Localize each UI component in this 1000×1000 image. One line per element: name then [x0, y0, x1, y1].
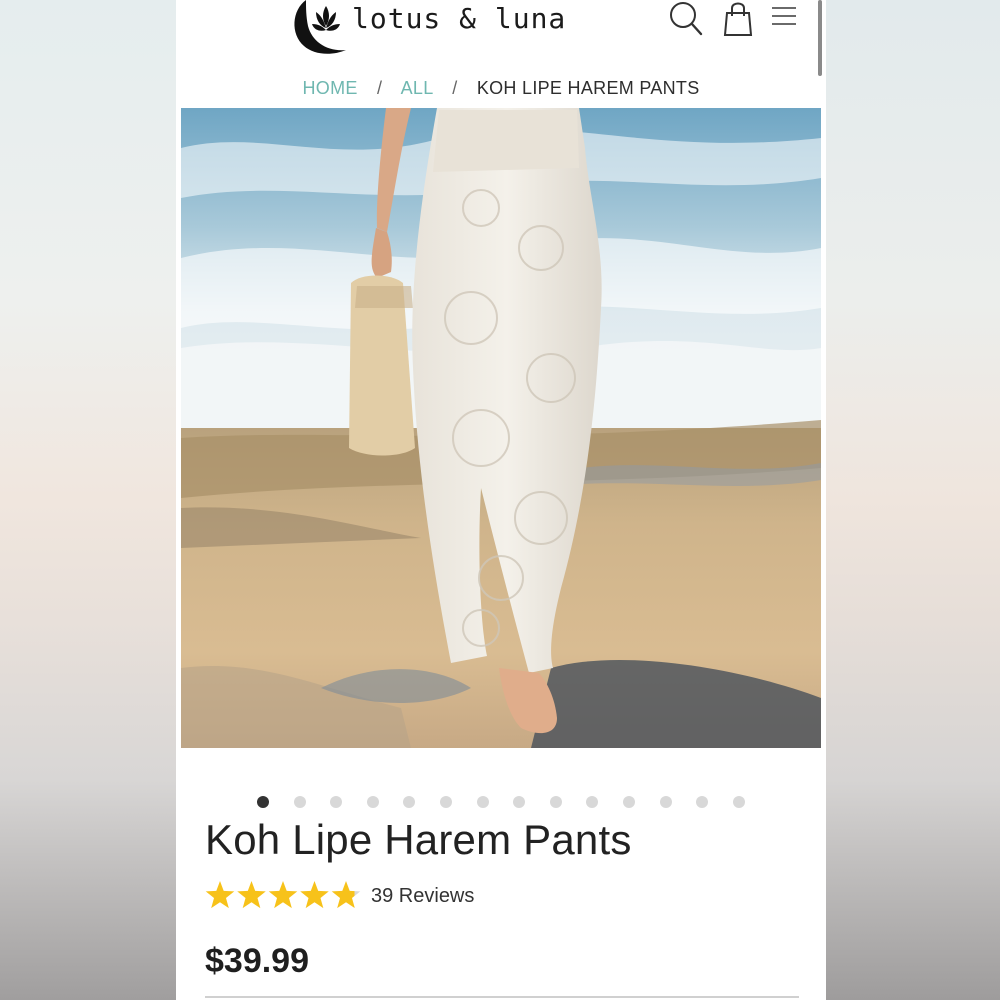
star-icon: [237, 881, 266, 909]
carousel-dot[interactable]: [366, 796, 379, 808]
search-icon[interactable]: [668, 0, 704, 38]
carousel-dot[interactable]: [659, 796, 672, 808]
carousel-dot[interactable]: [293, 796, 306, 808]
shopping-bag-icon[interactable]: [722, 0, 758, 38]
breadcrumb-separator: /: [376, 78, 383, 98]
star-icon: [300, 881, 329, 909]
carousel-dot[interactable]: [549, 796, 562, 808]
carousel-dot[interactable]: [440, 796, 452, 808]
reviews-link[interactable]: 39 Reviews: [371, 885, 474, 908]
carousel-dot[interactable]: [476, 796, 489, 808]
product-image[interactable]: [181, 108, 821, 748]
carousel-indicators: [176, 796, 826, 808]
carousel-dot[interactable]: [623, 796, 635, 808]
carousel-dot[interactable]: [330, 796, 343, 808]
carousel-dot[interactable]: [732, 796, 745, 808]
star-icon: [268, 881, 298, 909]
star-icon: [205, 881, 235, 909]
carousel-dot[interactable]: [586, 796, 599, 808]
carousel-dot[interactable]: [403, 796, 416, 808]
background-blur-right: [826, 0, 1000, 1000]
carousel-dot[interactable]: [257, 796, 269, 808]
breadcrumb-home-link[interactable]: HOME: [302, 78, 357, 98]
breadcrumb-current: KOH LIPE HAREM PANTS: [476, 78, 700, 98]
breadcrumb-separator: /: [452, 78, 458, 98]
background-blur-left: [0, 0, 176, 1000]
mobile-page: lotus & luna HOME / ALL / KOH LIPE HAREM…: [176, 0, 826, 1000]
rating-stars: [205, 881, 361, 909]
lotus-moon-icon[interactable]: [288, 0, 348, 56]
carousel-dot[interactable]: [513, 796, 526, 808]
hamburger-menu-icon[interactable]: [770, 0, 806, 38]
product-price: $39.99: [205, 942, 309, 980]
breadcrumb: HOME / ALL / KOH LIPE HAREM PANTS: [176, 78, 826, 99]
site-header: lotus & luna: [176, 0, 826, 62]
star-icon: [331, 881, 361, 909]
breadcrumb-all-link[interactable]: ALL: [401, 78, 433, 98]
divider: [205, 996, 799, 998]
carousel-dot[interactable]: [696, 796, 709, 808]
product-title: Koh Lipe Harem Pants: [205, 816, 632, 863]
brand-name[interactable]: lotus & luna: [352, 2, 566, 35]
